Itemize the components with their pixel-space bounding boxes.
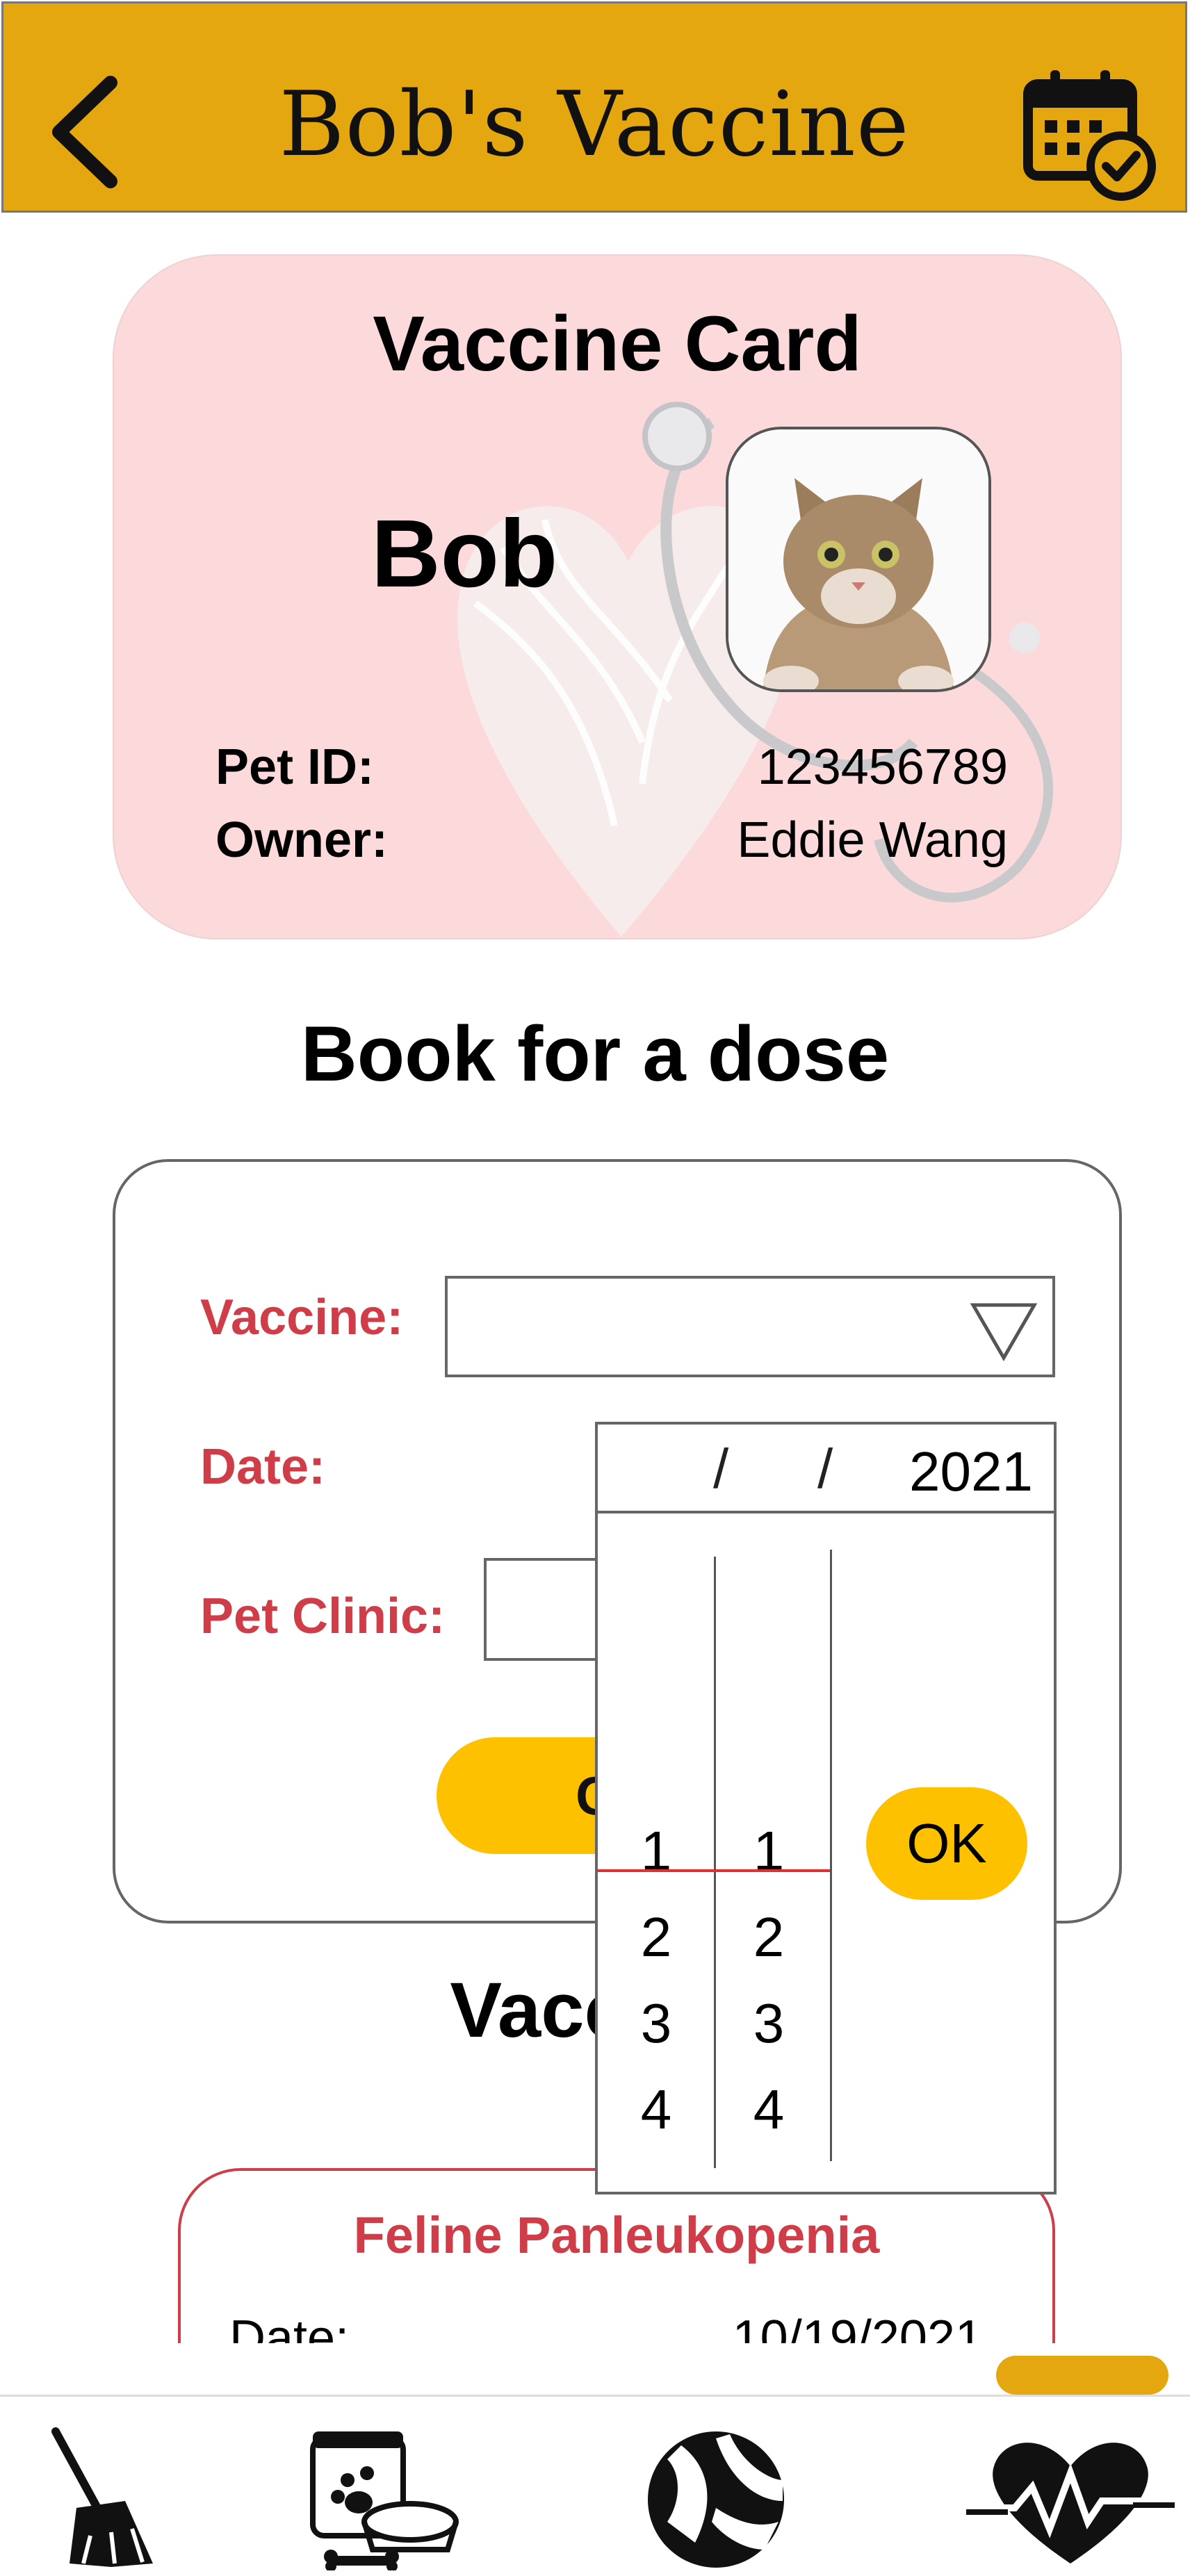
date-label: Date: — [200, 1439, 326, 1495]
month-option[interactable]: 1 — [614, 1819, 698, 1883]
picker-ok-button[interactable]: OK — [866, 1787, 1027, 1900]
vaccine-label: Vaccine: — [200, 1290, 404, 1345]
heartbeat-icon — [966, 2443, 1175, 2563]
selection-line — [598, 1869, 830, 1872]
nav-item-food[interactable] — [306, 2425, 459, 2572]
day-option[interactable]: 1 — [727, 1819, 810, 1883]
card-title: Vaccine Card — [373, 300, 862, 387]
month-option[interactable]: 4 — [614, 2078, 698, 2142]
month-option[interactable]: 3 — [614, 1992, 698, 2056]
day-option[interactable]: 3 — [727, 1992, 810, 2056]
ball-icon — [648, 2431, 784, 2568]
app-header: Bob's Vaccine — [1, 1, 1187, 213]
column-divider — [830, 1550, 832, 2161]
date-picker-display: / / 2021 — [598, 1425, 1054, 1513]
record-date-value: 10/19/2021 — [732, 2311, 983, 2343]
record-date-label: Date: — [229, 2311, 350, 2343]
pet-name: Bob — [371, 500, 558, 607]
day-option[interactable]: 4 — [727, 2078, 810, 2142]
vaccine-card: Vaccine Card Bob Pet ID: 123456789 Owner… — [113, 254, 1122, 940]
scroll-indicator[interactable] — [996, 2356, 1168, 2395]
nav-item-health[interactable] — [966, 2425, 1175, 2570]
date-picker: / / 2021 1 2 3 4 1 2 3 4 OK — [595, 1422, 1057, 2194]
date-separator: / — [817, 1438, 833, 1500]
dropdown-triangle-icon[interactable] — [969, 1299, 1038, 1362]
calendar-check-icon[interactable] — [1020, 65, 1159, 204]
year-value: 2021 — [909, 1441, 1033, 1502]
pet-id-label: Pet ID: — [215, 739, 375, 795]
day-option[interactable]: 2 — [727, 1905, 810, 1969]
bottom-nav — [0, 2395, 1190, 2576]
cat-photo-icon — [728, 429, 988, 689]
pet-photo — [726, 427, 991, 692]
pet-id-value: 123456789 — [757, 739, 1008, 795]
month-option[interactable]: 2 — [614, 1905, 698, 1969]
nav-item-play[interactable] — [639, 2425, 792, 2570]
booking-title: Book for a dose — [300, 1010, 890, 1097]
record-vaccine-name: Feline Panleukopenia — [353, 2206, 880, 2264]
column-divider — [714, 1557, 716, 2168]
owner-value: Eddie Wang — [737, 812, 1008, 868]
clinic-label: Pet Clinic: — [200, 1589, 446, 1644]
page-title: Bob's Vaccine — [279, 73, 910, 177]
pet-food-bowl-icon — [310, 2431, 459, 2572]
date-separator: / — [713, 1438, 729, 1500]
vaccine-select[interactable] — [445, 1276, 1055, 1377]
nav-item-cleaning[interactable] — [28, 2425, 181, 2570]
broom-icon — [51, 2427, 153, 2567]
owner-label: Owner: — [215, 812, 389, 868]
